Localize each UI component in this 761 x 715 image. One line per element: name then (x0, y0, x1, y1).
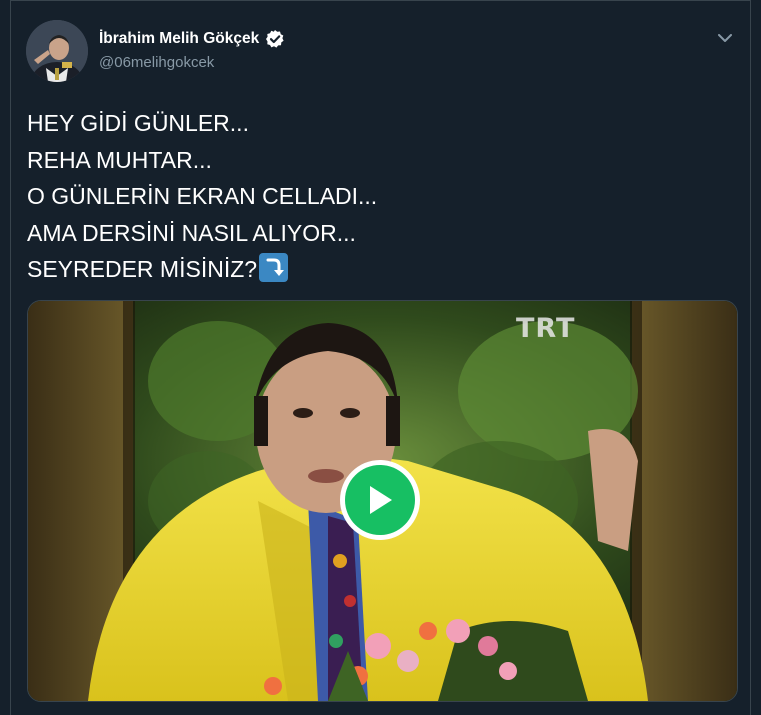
play-button-inner (345, 465, 415, 535)
tweet-text-line-text: SEYREDER MİSİNİZ? (27, 256, 258, 282)
tweet-text: HEY GİDİ GÜNLER... REHA MUHTAR... O GÜNL… (27, 105, 727, 288)
author-display-name[interactable]: İbrahim Melih Gökçek (99, 30, 259, 48)
author-name-row[interactable]: İbrahim Melih Gökçek (99, 29, 285, 49)
avatar[interactable] (26, 20, 88, 82)
tweet-card[interactable]: İbrahim Melih Gökçek @06melihgokcek HEY … (10, 0, 751, 715)
avatar-photo (26, 20, 88, 82)
arrow-curving-down-icon (259, 253, 289, 282)
tweet-text-line: REHA MUHTAR... (27, 146, 212, 173)
verified-badge-icon (265, 29, 285, 49)
tweet-text-line: HEY GİDİ GÜNLER... (27, 110, 249, 136)
tweet-text-line: AMA DERSİNİ NASIL ALIYOR... (27, 219, 356, 246)
tweet-text-line-last: SEYREDER MİSİNİZ? (27, 251, 727, 288)
author-handle[interactable]: @06melihgokcek (99, 54, 214, 71)
chevron-down-icon (718, 33, 732, 42)
play-icon (370, 486, 392, 514)
video-player[interactable]: TRT (27, 300, 738, 702)
tweet-menu-button[interactable] (714, 27, 736, 49)
play-button[interactable] (340, 460, 420, 540)
trt-watermark: TRT (516, 313, 576, 344)
tweet-text-line: O GÜNLERİN EKRAN CELLADI... (27, 183, 378, 209)
